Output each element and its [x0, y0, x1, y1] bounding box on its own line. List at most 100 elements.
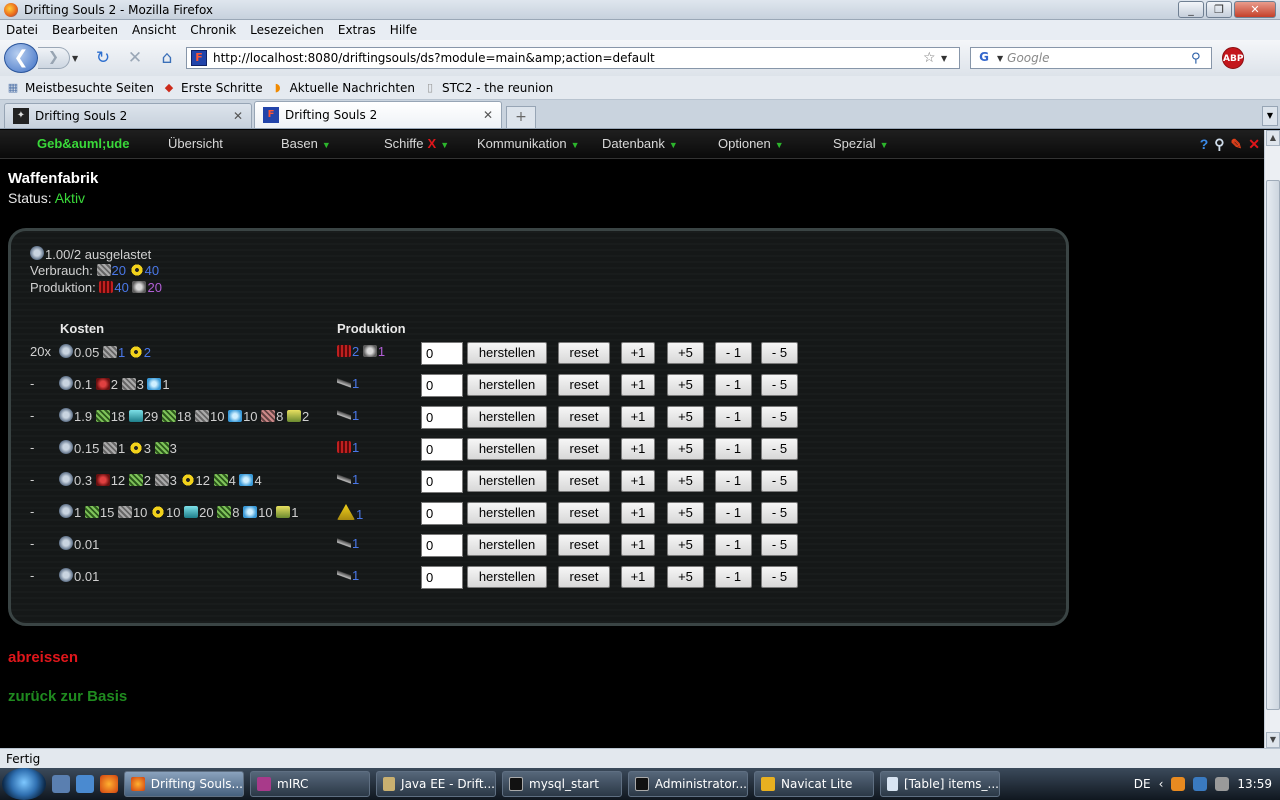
adblock-plus-icon[interactable]: ABP [1222, 47, 1244, 69]
taskbar-item-mysql[interactable]: mysql_start [502, 771, 622, 797]
bookmark-meistbesuchte[interactable]: ▦ Meistbesuchte Seiten [6, 81, 154, 95]
reset-button[interactable]: reset [558, 534, 610, 556]
herstellen-button[interactable]: herstellen [467, 406, 547, 428]
taskbar-item-mirc[interactable]: mIRC [250, 771, 370, 797]
search-icon[interactable]: ⚲ [1191, 51, 1211, 66]
close-window-button[interactable]: ✕ [1234, 1, 1276, 18]
taskbar-item-admin[interactable]: Administrator... [628, 771, 748, 797]
plus-1-button[interactable]: +1 [621, 438, 655, 460]
quantity-input[interactable] [421, 534, 463, 557]
close-tab-icon[interactable]: ✕ [233, 109, 243, 123]
quantity-input[interactable] [421, 374, 463, 397]
reset-button[interactable]: reset [558, 438, 610, 460]
tab-1[interactable]: ✦ Drifting Souls 2 ✕ [4, 103, 252, 128]
url-bar[interactable]: F http://localhost:8080/driftingsouls/ds… [186, 47, 960, 69]
reset-button[interactable]: reset [558, 374, 610, 396]
search-input[interactable]: Google [1007, 51, 1191, 65]
menu-lesezeichen[interactable]: Lesezeichen [250, 23, 324, 37]
tray-app-icon[interactable] [1171, 777, 1186, 791]
help-icon[interactable]: ? [1200, 136, 1209, 153]
menu-datei[interactable]: Datei [6, 23, 38, 37]
nav-optionen[interactable]: Optionen ▼ [718, 136, 784, 151]
logout-x-icon[interactable]: ✕ [1248, 136, 1260, 153]
plus-1-button[interactable]: +1 [621, 470, 655, 492]
herstellen-button[interactable]: herstellen [467, 534, 547, 556]
plus-1-button[interactable]: +1 [621, 374, 655, 396]
plus-1-button[interactable]: +1 [621, 534, 655, 556]
back-button[interactable]: ❮ [4, 43, 38, 73]
minus-5-button[interactable]: - 5 [761, 502, 798, 524]
bookmark-erste-schritte[interactable]: ◆ Erste Schritte [162, 81, 263, 95]
google-icon[interactable]: G [975, 50, 993, 66]
plus-1-button[interactable]: +1 [621, 502, 655, 524]
herstellen-button[interactable]: herstellen [467, 342, 547, 364]
plus-5-button[interactable]: +5 [667, 470, 704, 492]
minus-5-button[interactable]: - 5 [761, 342, 798, 364]
plus-1-button[interactable]: +1 [621, 342, 655, 364]
tab-list-dropdown-icon[interactable]: ▼ [1262, 106, 1278, 126]
minus-5-button[interactable]: - 5 [761, 534, 798, 556]
scroll-down-icon[interactable]: ▼ [1266, 732, 1280, 748]
taskbar-item-java[interactable]: Java EE - Drift... [376, 771, 496, 797]
tray-volume-icon[interactable] [1215, 777, 1230, 791]
nav-spezial[interactable]: Spezial ▼ [833, 136, 889, 151]
minimize-button[interactable]: _ [1178, 1, 1204, 18]
reset-button[interactable]: reset [558, 566, 610, 588]
switch-windows-icon[interactable] [76, 775, 94, 793]
forward-button[interactable]: ❯ [38, 47, 70, 69]
minus-5-button[interactable]: - 5 [761, 374, 798, 396]
menu-extras[interactable]: Extras [338, 23, 376, 37]
minus-1-button[interactable]: - 1 [715, 502, 752, 524]
scroll-up-icon[interactable]: ▲ [1266, 130, 1280, 146]
plus-5-button[interactable]: +5 [667, 342, 704, 364]
scroll-thumb[interactable] [1266, 180, 1280, 710]
reset-button[interactable]: reset [558, 342, 610, 364]
stop-icon[interactable]: ✕ [122, 45, 148, 71]
quantity-input[interactable] [421, 566, 463, 589]
nav-datenbank[interactable]: Datenbank ▼ [602, 136, 678, 151]
minus-5-button[interactable]: - 5 [761, 438, 798, 460]
menu-chronik[interactable]: Chronik [190, 23, 236, 37]
vertical-scrollbar[interactable]: ▲ ▼ [1264, 130, 1280, 748]
quantity-input[interactable] [421, 502, 463, 525]
minus-1-button[interactable]: - 1 [715, 406, 752, 428]
minus-5-button[interactable]: - 5 [761, 406, 798, 428]
magnifier-icon[interactable]: ⚲ [1214, 136, 1224, 153]
tab-2[interactable]: F Drifting Souls 2 ✕ [254, 101, 502, 128]
quantity-input[interactable] [421, 342, 463, 365]
taskbar-item-table[interactable]: [Table] items_... [880, 771, 1000, 797]
maximize-button[interactable]: ❐ [1206, 1, 1232, 18]
plus-1-button[interactable]: +1 [621, 566, 655, 588]
menu-bearbeiten[interactable]: Bearbeiten [52, 23, 118, 37]
language-indicator[interactable]: DE [1134, 777, 1151, 791]
search-engine-dropdown-icon[interactable]: ▼ [997, 54, 1003, 63]
minus-1-button[interactable]: - 1 [715, 566, 752, 588]
plus-1-button[interactable]: +1 [621, 406, 655, 428]
reload-icon[interactable]: ↻ [90, 45, 116, 71]
menu-hilfe[interactable]: Hilfe [390, 23, 417, 37]
taskbar-item-firefox[interactable]: Drifting Souls... [124, 771, 244, 797]
herstellen-button[interactable]: herstellen [467, 374, 547, 396]
taskbar-item-navicat[interactable]: Navicat Lite [754, 771, 874, 797]
plus-5-button[interactable]: +5 [667, 406, 704, 428]
firefox-quicklaunch-icon[interactable] [100, 775, 118, 793]
plus-5-button[interactable]: +5 [667, 374, 704, 396]
minus-1-button[interactable]: - 1 [715, 438, 752, 460]
herstellen-button[interactable]: herstellen [467, 438, 547, 460]
quantity-input[interactable] [421, 406, 463, 429]
plus-5-button[interactable]: +5 [667, 566, 704, 588]
abreissen-link[interactable]: abreissen [8, 649, 78, 666]
zurueck-link[interactable]: zurück zur Basis [8, 688, 127, 705]
nav-kommunikation[interactable]: Kommunikation ▼ [477, 136, 580, 151]
herstellen-button[interactable]: herstellen [467, 566, 547, 588]
plus-5-button[interactable]: +5 [667, 502, 704, 524]
herstellen-button[interactable]: herstellen [467, 470, 547, 492]
new-tab-button[interactable]: + [506, 106, 536, 128]
nav-uebersicht[interactable]: Übersicht [168, 136, 223, 151]
start-button[interactable] [2, 768, 46, 800]
url-text[interactable]: http://localhost:8080/driftingsouls/ds?m… [213, 51, 923, 65]
minus-1-button[interactable]: - 1 [715, 534, 752, 556]
quantity-input[interactable] [421, 438, 463, 461]
reset-button[interactable]: reset [558, 502, 610, 524]
minus-5-button[interactable]: - 5 [761, 566, 798, 588]
